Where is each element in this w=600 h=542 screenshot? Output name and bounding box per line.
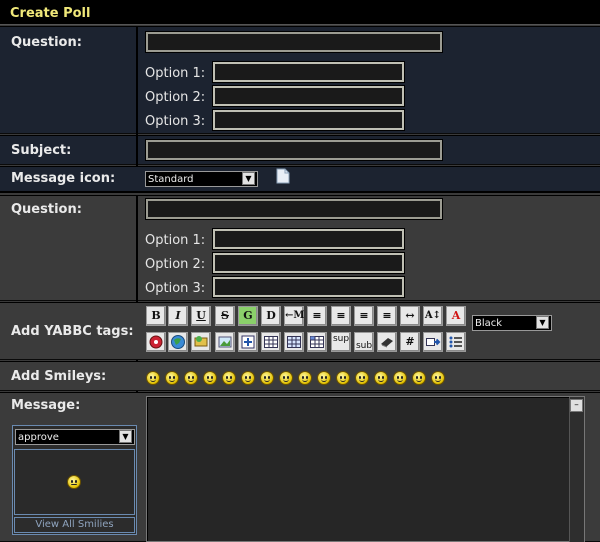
underline-button[interactable]: U: [191, 306, 211, 326]
smiley-icon[interactable]: [374, 371, 388, 385]
bold-button[interactable]: B: [146, 306, 166, 326]
italic-button[interactable]: I: [168, 306, 188, 326]
smileys-label: Add Smileys:: [11, 369, 107, 384]
question-label: Question:: [11, 202, 82, 217]
yabbc-label: Add YABBC tags:: [11, 324, 134, 339]
option-2-input[interactable]: [212, 85, 405, 107]
option-1-label: Option 1:: [145, 66, 206, 81]
message-icon-label: Message icon:: [11, 171, 116, 186]
shadow-button[interactable]: D: [261, 306, 281, 326]
question-label: Question:: [11, 35, 82, 50]
smiley-icon[interactable]: [355, 371, 369, 385]
smiley-icon[interactable]: [412, 371, 426, 385]
pre-button[interactable]: ↔: [400, 306, 420, 326]
option-3-label: Option 3:: [145, 114, 206, 129]
subject-input[interactable]: [145, 139, 443, 161]
option-1-input[interactable]: [212, 61, 405, 83]
document-icon: [276, 168, 290, 184]
option-3-label: Option 3:: [145, 281, 206, 296]
smiley-icon[interactable]: [222, 371, 236, 385]
view-all-smilies-link[interactable]: View All Smilies: [14, 517, 135, 533]
align-right-button[interactable]: ≡: [377, 306, 397, 326]
message-label: Message:: [11, 398, 81, 413]
smiley-icon[interactable]: [260, 371, 274, 385]
table-icon[interactable]: [261, 332, 281, 352]
question-input[interactable]: [145, 31, 443, 53]
quote-icon[interactable]: [423, 332, 443, 352]
smiley-icon[interactable]: [146, 371, 160, 385]
option-2-label: Option 2:: [145, 90, 206, 105]
smiley-icon[interactable]: [317, 371, 331, 385]
align-center-button[interactable]: ≡: [354, 306, 374, 326]
superscript-button[interactable]: sup: [331, 332, 351, 352]
smiley-icon[interactable]: [165, 371, 179, 385]
smiley-icon[interactable]: [241, 371, 255, 385]
message-scrollbar[interactable]: [569, 397, 584, 542]
flash-icon[interactable]: [146, 332, 166, 352]
teletype-icon[interactable]: [377, 332, 397, 352]
image-icon[interactable]: [215, 332, 235, 352]
smiley-icon[interactable]: [203, 371, 217, 385]
subject-label: Subject:: [11, 143, 72, 158]
smiley-icon[interactable]: [336, 371, 350, 385]
smiley-picker-select[interactable]: approve: [15, 429, 135, 445]
option-3-input[interactable]: [212, 109, 405, 131]
table-row-icon[interactable]: [284, 332, 304, 352]
option-2-label: Option 2:: [145, 257, 206, 272]
smiley-icon[interactable]: [431, 371, 445, 385]
chevron-down-icon: ▼: [536, 316, 549, 329]
hr-button[interactable]: ≡: [307, 306, 327, 326]
smiley-icon[interactable]: [298, 371, 312, 385]
move-icon[interactable]: [238, 332, 258, 352]
scroll-up-icon[interactable]: –: [570, 399, 583, 412]
smiley-icon[interactable]: [279, 371, 293, 385]
chevron-down-icon: ▼: [242, 172, 255, 185]
smiley-icon[interactable]: [184, 371, 198, 385]
page-title: Create Poll: [10, 6, 91, 21]
approve-smiley-icon[interactable]: [67, 475, 81, 489]
option-1-label: Option 1:: [145, 233, 206, 248]
font-size-button[interactable]: A↕: [423, 306, 443, 326]
subscript-button[interactable]: sub: [354, 332, 374, 352]
chevron-down-icon: ▼: [119, 430, 132, 443]
strike-button[interactable]: S: [215, 306, 235, 326]
list-icon[interactable]: [446, 332, 466, 352]
table-cell-icon[interactable]: [307, 332, 327, 352]
globe-icon[interactable]: [168, 332, 188, 352]
smiley-icon[interactable]: [393, 371, 407, 385]
glow-button[interactable]: G: [238, 306, 258, 326]
code-button[interactable]: #: [400, 332, 420, 352]
poll-header: Create Poll: [0, 0, 600, 25]
question-input[interactable]: [145, 198, 443, 220]
marquee-button[interactable]: ←M: [284, 306, 304, 326]
message-textarea[interactable]: [146, 396, 585, 542]
ftp-icon[interactable]: [191, 332, 211, 352]
font-face-button[interactable]: A: [446, 306, 466, 326]
option-2-input[interactable]: [212, 252, 405, 274]
align-left-button[interactable]: ≡: [331, 306, 351, 326]
option-3-input[interactable]: [212, 276, 405, 298]
option-1-input[interactable]: [212, 228, 405, 250]
